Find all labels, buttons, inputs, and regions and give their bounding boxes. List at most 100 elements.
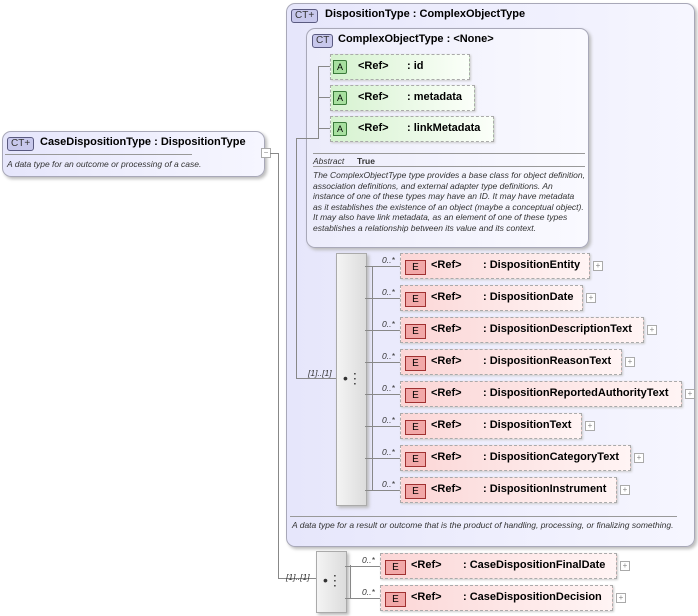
element-4[interactable]: E <Ref>: DispositionReportedAuthorityText — [400, 381, 682, 407]
abstract-label: Abstract — [313, 156, 345, 166]
element-1[interactable]: E <Ref> : CaseDispositionDecision — [380, 585, 613, 611]
complex-type-icon: CT+ — [291, 9, 319, 23]
element-cardinality: 0..* — [382, 383, 395, 393]
disposition-type-description: A data type for a result or outcome that… — [292, 520, 674, 530]
sequence-compositor[interactable]: •⋮ — [336, 253, 367, 506]
element-name: : DispositionCategoryText — [483, 451, 620, 463]
element-name: : DispositionInstrument — [483, 483, 607, 495]
element-3[interactable]: E <Ref>: DispositionReasonText — [400, 349, 622, 375]
element-icon: E — [405, 324, 426, 339]
complex-object-type-title: ComplexObjectType : <None> — [338, 33, 494, 45]
element-2[interactable]: E <Ref> : DispositionDescriptionText — [400, 317, 644, 343]
attribute-icon: A — [333, 122, 347, 136]
divider — [313, 166, 585, 167]
element-icon: E — [405, 292, 426, 307]
abstract-value: True — [357, 156, 375, 166]
element-ref: <Ref> — [431, 387, 462, 399]
divider — [290, 516, 677, 517]
complex-type-icon: CT+ — [7, 137, 35, 151]
element-cardinality: 0..* — [382, 415, 395, 425]
attribute-2[interactable]: A <Ref>: linkMetadata — [330, 116, 494, 142]
element-name: : CaseDispositionFinalDate — [463, 559, 606, 571]
element-icon: E — [405, 388, 426, 403]
element-cardinality: 0..* — [382, 447, 395, 457]
element-cardinality: 0..* — [382, 479, 395, 489]
connector — [345, 598, 380, 599]
element-cardinality: 0..* — [362, 555, 375, 565]
connector — [365, 458, 400, 459]
connector — [318, 97, 330, 98]
element-ref: <Ref> — [411, 559, 442, 571]
connector — [296, 138, 319, 139]
element-ref: <Ref> — [431, 483, 462, 495]
expand-icon[interactable]: + — [585, 421, 595, 431]
connector — [372, 266, 373, 490]
element-cardinality: 0..* — [382, 255, 395, 265]
attribute-name: : metadata — [407, 91, 463, 103]
element-icon: E — [385, 592, 406, 607]
sequence-icon: •⋮ — [323, 572, 342, 588]
divider — [5, 154, 192, 155]
attribute-name: : id — [407, 60, 424, 72]
case-type-description: A data type for an outcome or processing… — [7, 159, 202, 169]
connector — [365, 298, 400, 299]
element-cardinality: 0..* — [382, 351, 395, 361]
element-ref: <Ref> — [431, 323, 462, 335]
element-ref: <Ref> — [431, 355, 462, 367]
complex-object-type-description: The ComplexObjectType type provides a ba… — [313, 170, 585, 233]
expand-icon[interactable]: + — [634, 453, 644, 463]
element-icon: E — [385, 560, 406, 575]
element-cardinality: 0..* — [362, 587, 375, 597]
element-ref: <Ref> — [431, 259, 462, 271]
element-name: : DispositionEntity — [483, 259, 581, 271]
attribute-name: : linkMetadata — [407, 122, 481, 134]
element-name: : CaseDispositionDecision — [463, 591, 602, 603]
expand-icon[interactable]: + — [616, 593, 626, 603]
element-0[interactable]: E <Ref> : DispositionEntity — [400, 253, 590, 279]
element-icon: E — [405, 260, 426, 275]
complex-type-icon: CT — [312, 34, 334, 48]
attribute-1[interactable]: A <Ref>: metadata — [330, 85, 475, 111]
attribute-ref: <Ref> — [358, 60, 389, 72]
element-icon: E — [405, 452, 426, 467]
expand-icon[interactable]: + — [593, 261, 603, 271]
connector — [345, 566, 380, 567]
expand-icon[interactable]: + — [685, 389, 695, 399]
sequence-icon: •⋮ — [343, 370, 362, 386]
expand-icon[interactable]: + — [620, 561, 630, 571]
attribute-icon: A — [333, 91, 347, 105]
connector — [296, 138, 297, 378]
attribute-icon: A — [333, 60, 347, 74]
connector — [365, 490, 400, 491]
element-ref: <Ref> — [431, 291, 462, 303]
element-ref: <Ref> — [411, 591, 442, 603]
expand-icon[interactable]: + — [647, 325, 657, 335]
element-cardinality: 0..* — [382, 287, 395, 297]
expand-icon[interactable]: + — [586, 293, 596, 303]
element-name: : DispositionText — [483, 419, 572, 431]
connector — [270, 153, 278, 154]
case-disposition-type-box[interactable]: CT+ CaseDispositionType : DispositionTyp… — [2, 131, 265, 177]
element-name: : DispositionDate — [483, 291, 574, 303]
element-icon: E — [405, 484, 426, 499]
connector — [318, 128, 330, 129]
case-type-title: CaseDispositionType : DispositionType — [40, 136, 246, 148]
element-6[interactable]: E <Ref>: DispositionCategoryText — [400, 445, 631, 471]
element-name: : DispositionDescriptionText — [483, 323, 632, 335]
element-icon: E — [405, 420, 426, 435]
disposition-type-title: DispositionType : ComplexObjectType — [325, 8, 526, 20]
attribute-0[interactable]: A <Ref> : id — [330, 54, 470, 80]
connector — [365, 330, 400, 331]
expand-icon[interactable]: + — [620, 485, 630, 495]
element-7[interactable]: E <Ref> : DispositionInstrument — [400, 477, 617, 503]
element-cardinality: 0..* — [382, 319, 395, 329]
element-1[interactable]: E <Ref> : DispositionDate — [400, 285, 583, 311]
element-0[interactable]: E <Ref> : CaseDispositionFinalDate — [380, 553, 617, 579]
sequence-compositor[interactable]: •⋮ — [316, 551, 347, 613]
connector — [365, 426, 400, 427]
connector — [365, 394, 400, 395]
divider — [313, 153, 585, 154]
element-5[interactable]: E <Ref>: DispositionText — [400, 413, 582, 439]
connector — [296, 378, 336, 379]
expand-icon[interactable]: + — [625, 357, 635, 367]
